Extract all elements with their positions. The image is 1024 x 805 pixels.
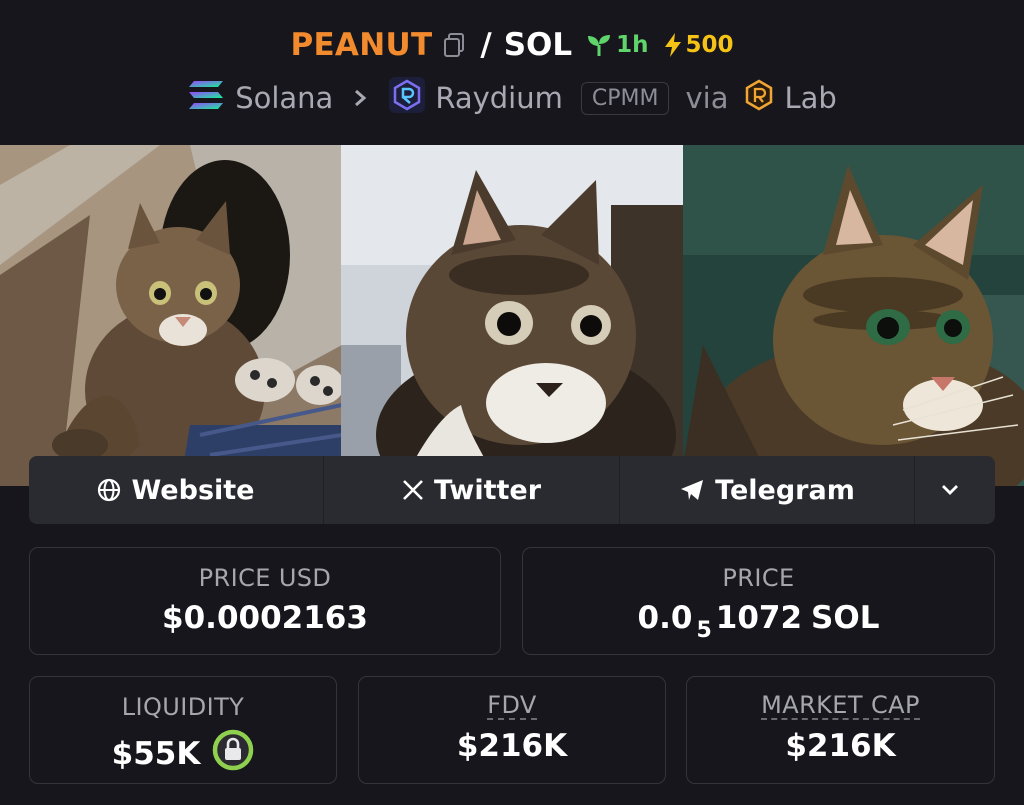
price-native-unit: SOL	[811, 600, 880, 636]
social-links-bar: Website Twitter Telegram	[29, 456, 995, 524]
pair-separator: /	[480, 27, 492, 63]
pair-header: PEANUT / SOL 1h 500 Solana Raydium CPMM …	[0, 0, 1024, 145]
telegram-button[interactable]: Telegram	[620, 456, 915, 524]
chevron-right-icon	[353, 81, 367, 115]
boost-count[interactable]: 500	[663, 32, 734, 58]
market-cap-label[interactable]: MARKET CAP	[761, 692, 920, 721]
raydium-logo	[389, 76, 426, 120]
price-usd-card: PRICE USD $0.0002163	[29, 547, 501, 655]
liquidity-value: $55K	[111, 736, 201, 772]
fdv-label[interactable]: FDV	[487, 692, 537, 721]
liquidity-label: LIQUIDITY	[121, 693, 245, 721]
x-icon	[403, 480, 423, 500]
dex-name[interactable]: Raydium	[435, 81, 563, 115]
banner-image-cat-1	[0, 145, 342, 486]
via-label: via	[685, 81, 729, 115]
price-native-digits: 1072	[715, 600, 803, 636]
telegram-icon	[681, 480, 704, 500]
lightning-icon	[664, 33, 681, 57]
fdv-card: FDV $216K	[358, 676, 666, 784]
more-socials-button[interactable]	[915, 456, 995, 524]
banner-image-cat-3	[682, 145, 1024, 486]
quote-token-symbol: SOL	[503, 27, 573, 63]
market-cap-card: MARKET CAP $216K	[686, 676, 995, 784]
price-native-zero-count: 5	[696, 617, 712, 643]
base-token-symbol: PEANUT	[290, 27, 433, 63]
lab-logo	[744, 79, 774, 118]
price-native-label: PRICE	[722, 564, 795, 592]
chevron-down-icon	[942, 485, 958, 495]
price-usd-label: PRICE USD	[198, 564, 332, 592]
market-cap-value: $216K	[785, 728, 896, 765]
launchpad-name[interactable]: Lab	[784, 81, 836, 115]
fdv-value: $216K	[456, 728, 568, 765]
pair-title: PEANUT / SOL 1h 500	[0, 22, 1024, 68]
price-native-prefix: 0.0	[637, 600, 693, 636]
solana-logo	[187, 79, 225, 118]
seedling-icon	[588, 35, 611, 56]
telegram-label: Telegram	[715, 474, 855, 506]
price-usd-value: $0.0002163	[162, 600, 368, 636]
globe-icon	[98, 478, 121, 502]
pair-age: 1h	[586, 32, 649, 58]
price-native-card: PRICE 0.0 5 1072 SOL	[522, 547, 995, 655]
twitter-button[interactable]: Twitter	[324, 456, 620, 524]
liquidity-card: LIQUIDITY $55K	[29, 676, 337, 784]
copy-icon[interactable]	[442, 32, 466, 58]
website-label: Website	[131, 474, 255, 506]
pair-route: Solana Raydium CPMM via Lab	[0, 76, 1024, 120]
lock-icon[interactable]	[212, 729, 254, 779]
pair-age-value: 1h	[616, 32, 649, 58]
pool-type-badge: CPMM	[580, 81, 670, 115]
website-button[interactable]: Website	[29, 456, 324, 524]
boost-value: 500	[685, 32, 734, 58]
price-native-value: 0.0 5 1072 SOL	[637, 600, 880, 643]
liquidity-value-row: $55K	[112, 729, 255, 779]
banner-image-cat-2	[341, 145, 683, 486]
twitter-label: Twitter	[433, 474, 542, 506]
token-banner	[0, 145, 1024, 486]
chain-name[interactable]: Solana	[235, 81, 333, 115]
